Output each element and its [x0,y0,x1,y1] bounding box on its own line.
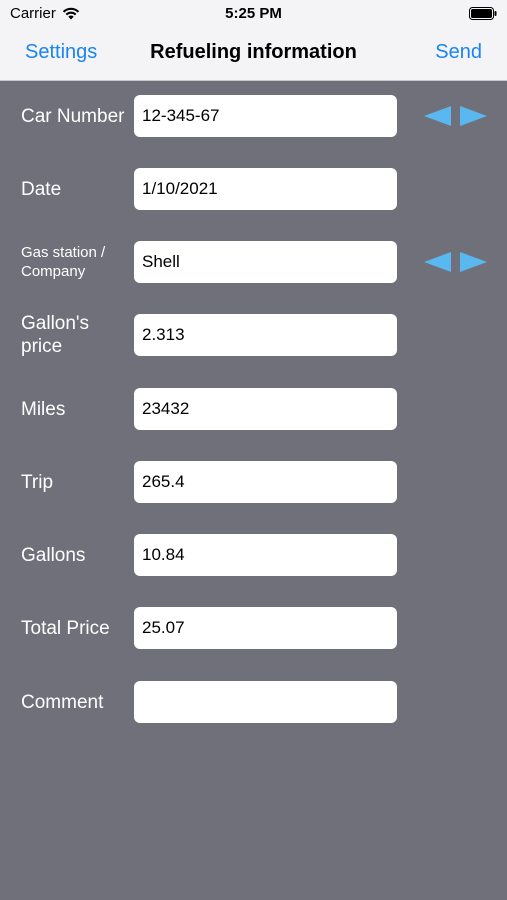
status-bar: Carrier 5:25 PM [0,0,507,28]
trip-row: Trip [0,461,507,503]
gallon-price-row: Gallon's price [0,313,507,357]
total-price-field[interactable] [134,607,397,649]
car-number-selector [424,106,488,126]
comment-field[interactable] [134,681,397,723]
total-price-label: Total Price [21,617,110,639]
previous-station-button[interactable] [424,252,451,272]
settings-button[interactable]: Settings [25,41,97,64]
miles-row: Miles [0,388,507,430]
total-price-row: Total Price [0,607,507,649]
gallons-field[interactable] [134,534,397,576]
previous-car-button[interactable] [424,106,451,126]
miles-field[interactable] [134,388,397,430]
miles-label: Miles [21,398,66,420]
gas-station-selector [424,252,488,272]
date-field[interactable] [134,168,397,210]
battery-icon [469,7,497,20]
car-number-row: Car Number [0,95,507,137]
trip-field[interactable] [134,461,397,503]
car-number-label: Car Number [21,105,125,127]
navigation-bar: Settings Refueling information Send [0,28,507,81]
gallon-price-label: Gallon's price [21,313,90,357]
next-car-button[interactable] [460,106,487,126]
status-time: 5:25 PM [225,5,282,22]
car-number-field[interactable] [134,95,397,137]
trip-label: Trip [21,471,54,493]
send-button[interactable]: Send [435,41,482,64]
date-label: Date [21,178,62,200]
gas-station-field[interactable] [134,241,397,283]
comment-row: Comment [0,681,507,723]
gallons-row: Gallons [0,534,507,576]
gas-station-label: Gas station / Company [21,244,106,280]
gallons-label: Gallons [21,544,86,566]
next-station-button[interactable] [460,252,487,272]
date-row: Date [0,168,507,210]
gas-station-row: Gas station / Company [0,241,507,283]
comment-label: Comment [21,691,104,713]
gallon-price-field[interactable] [134,314,397,356]
